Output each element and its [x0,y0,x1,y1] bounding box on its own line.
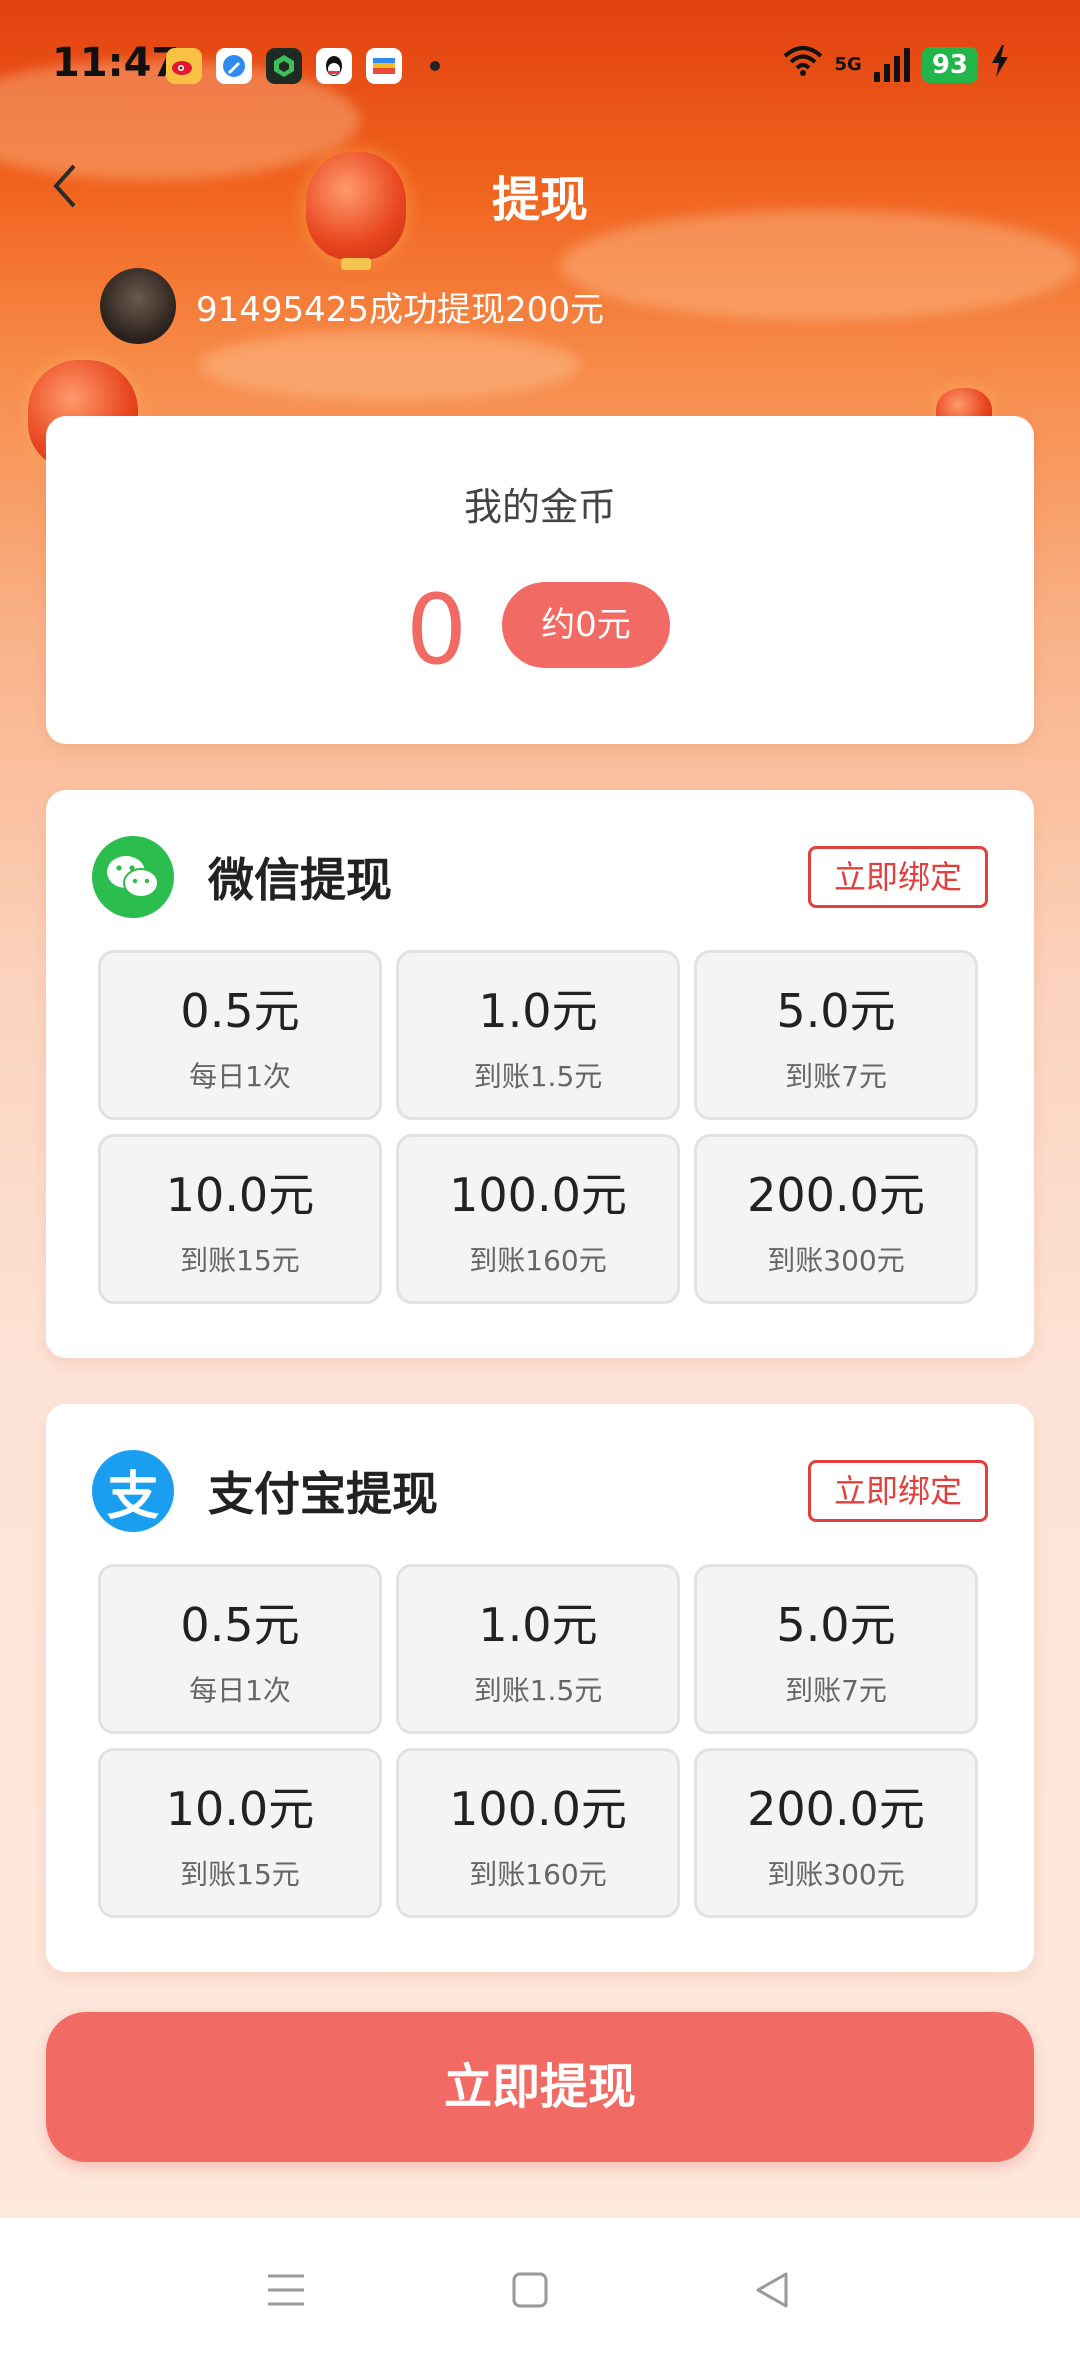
system-nav-bar [0,2218,1080,2362]
charging-icon [990,44,1010,85]
wechat-bind-button[interactable]: 立即绑定 [808,846,988,908]
coin-balance: 0 [406,574,468,686]
menu-icon [268,2274,304,2306]
avatar [100,268,176,344]
amount-option[interactable]: 100.0元到账160元 [396,1134,680,1304]
wechat-title: 微信提现 [208,853,392,907]
option-note: 到账1.5元 [473,1060,603,1093]
option-amount: 0.5元 [180,1598,300,1652]
home-square-icon [512,2272,548,2308]
option-note: 到账15元 [180,1244,300,1277]
ticker-text: 91495425成功提现200元 [196,289,604,330]
amount-option[interactable]: 5.0元到账7元 [694,950,978,1120]
status-bar: 11:47 5G 93 [0,0,1080,130]
option-amount: 200.0元 [747,1782,925,1836]
alipay-icon: 支 [92,1450,174,1532]
option-amount: 0.5元 [180,984,300,1038]
wechat-header: 微信提现 [92,836,392,918]
coins-card: 我的金币 [46,416,1034,744]
option-note: 到账7元 [785,1674,887,1707]
security-app-icon [266,48,302,84]
option-amount: 100.0元 [449,1168,627,1222]
option-note: 到账300元 [767,1244,905,1277]
approx-value-badge: 约0元 [502,582,670,668]
alipay-withdraw-card: 支 支付宝提现 立即绑定 0.5元每日1次 1.0元到账1.5元 5.0元到账7… [46,1404,1034,1972]
amount-option[interactable]: 10.0元到账15元 [98,1748,382,1918]
amount-option[interactable]: 1.0元到账1.5元 [396,1564,680,1734]
signal-icon [873,47,910,82]
back-nav-button[interactable] [742,2260,802,2320]
browser-icon [216,48,252,84]
status-right: 5G 93 [783,44,1011,85]
alipay-header: 支 支付宝提现 [92,1450,438,1532]
option-amount: 10.0元 [165,1782,315,1836]
withdraw-ticker: 91495425成功提现200元 [100,268,604,344]
option-note: 到账160元 [469,1858,607,1891]
network-type: 5G [834,54,862,75]
option-amount: 5.0元 [776,1598,896,1652]
amount-option[interactable]: 0.5元每日1次 [98,950,382,1120]
amount-option[interactable]: 200.0元到账300元 [694,1748,978,1918]
wifi-icon [783,44,823,85]
amount-option[interactable]: 5.0元到账7元 [694,1564,978,1734]
qq-icon [316,48,352,84]
wechat-icon [92,836,174,918]
option-note: 每日1次 [189,1060,291,1093]
option-note: 每日1次 [189,1674,291,1707]
wechat-withdraw-card: 微信提现 立即绑定 0.5元每日1次 1.0元到账1.5元 5.0元到账7元 1… [46,790,1034,1358]
wallet-icon [366,48,402,84]
alipay-logo-glyph: 支 [106,1466,159,1527]
amount-option[interactable]: 200.0元到账300元 [694,1134,978,1304]
option-amount: 200.0元 [747,1168,925,1222]
option-amount: 1.0元 [478,1598,598,1652]
alipay-amount-grid: 0.5元 每日1次 1.0元 到账1.5元 5.0元 到账7元 10.0元 到账15元 … [98,1564,982,1918]
option-note: 到账1.5元 [473,1674,603,1707]
more-notifications-dot [430,61,440,71]
amount-option[interactable]: 0.5元每日1次 [98,1564,382,1734]
menu-nav-button[interactable] [256,2260,316,2320]
back-triangle-icon [756,2272,788,2308]
alipay-title: 支付宝提现 [208,1467,438,1521]
option-note: 到账300元 [767,1858,905,1891]
amount-option[interactable]: 1.0元到账1.5元 [396,950,680,1120]
wechat-amount-grid: 0.5元 每日1次 1.0元 到账1.5元 5.0元 到账7元 10.0元 到账15元 … [98,950,982,1304]
option-amount: 100.0元 [449,1782,627,1836]
alipay-bind-button[interactable]: 立即绑定 [808,1460,988,1522]
amount-option[interactable]: 10.0元到账15元 [98,1134,382,1304]
option-note: 到账7元 [785,1060,887,1093]
home-nav-button[interactable] [500,2260,560,2320]
page-title: 提现 [491,172,588,228]
notification-icons [166,48,440,84]
amount-option[interactable]: 100.0元到账160元 [396,1748,680,1918]
option-amount: 5.0元 [776,984,896,1038]
option-note: 到账160元 [469,1244,607,1277]
withdraw-now-button[interactable]: 立即提现 [46,2012,1034,2162]
battery-level: 93 [921,46,978,83]
coins-label: 我的金币 [463,485,616,529]
option-amount: 10.0元 [165,1168,315,1222]
weibo-icon [166,48,202,84]
status-time: 11:47 [52,40,180,86]
option-amount: 1.0元 [478,984,598,1038]
option-note: 到账15元 [180,1858,300,1891]
